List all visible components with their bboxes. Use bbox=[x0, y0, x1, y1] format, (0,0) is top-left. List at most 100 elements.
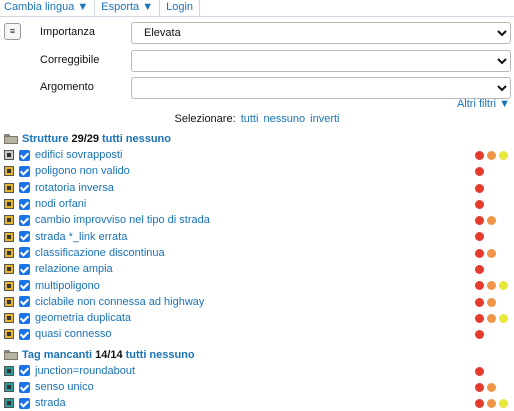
select-none-link[interactable]: nessuno bbox=[264, 113, 306, 125]
severity-high-dot[interactable] bbox=[475, 313, 484, 323]
issue-item: nodi orfani bbox=[0, 196, 514, 212]
issue-item: classificazione discontinua bbox=[0, 245, 514, 261]
severity-low-dot[interactable] bbox=[499, 151, 508, 160]
section-title[interactable]: Tag mancanti bbox=[22, 347, 92, 363]
issue-item: geometria duplicata bbox=[0, 310, 514, 326]
severity-dots bbox=[475, 199, 487, 209]
severity-high-dot[interactable] bbox=[475, 232, 484, 242]
more-filters-link[interactable]: Altri filtri ▼ bbox=[457, 98, 510, 110]
filter-row-argomento: Argomento bbox=[0, 77, 514, 99]
issue-label[interactable]: quasi connesso bbox=[35, 328, 111, 340]
importanza-select[interactable]: Elevata bbox=[131, 22, 511, 44]
issue-checkbox[interactable] bbox=[19, 312, 30, 324]
duplicate-geometry-icon bbox=[4, 313, 14, 324]
issue-item: relazione ampia bbox=[0, 261, 514, 277]
severity-medium-dot[interactable] bbox=[487, 313, 496, 323]
link-road-icon bbox=[4, 231, 14, 242]
issue-checkbox[interactable] bbox=[19, 149, 30, 161]
building-overlap-icon bbox=[4, 150, 14, 161]
severity-medium-dot[interactable] bbox=[487, 297, 496, 307]
severity-high-dot[interactable] bbox=[475, 265, 484, 275]
severity-high-dot[interactable] bbox=[475, 167, 484, 177]
issue-label[interactable]: classificazione discontinua bbox=[35, 247, 165, 259]
argomento-select[interactable] bbox=[131, 77, 511, 99]
severity-medium-dot[interactable] bbox=[487, 281, 496, 291]
section-title[interactable]: Strutture bbox=[22, 131, 68, 147]
select-invert-link[interactable]: inverti bbox=[310, 113, 339, 125]
issue-label[interactable]: senso unico bbox=[35, 381, 94, 393]
issue-checkbox[interactable] bbox=[19, 365, 30, 377]
section-select-all[interactable]: tutti bbox=[126, 347, 147, 363]
issue-label[interactable]: junction=roundabout bbox=[35, 365, 135, 377]
issue-item: poligono non valido bbox=[0, 163, 514, 179]
severity-dots bbox=[475, 265, 487, 275]
folder-icon[interactable] bbox=[4, 134, 18, 144]
issue-label[interactable]: relazione ampia bbox=[35, 263, 113, 275]
severity-medium-dot[interactable] bbox=[487, 216, 496, 226]
issue-label[interactable]: strada *_link errata bbox=[35, 231, 127, 243]
issue-label[interactable]: nodi orfani bbox=[35, 198, 86, 210]
issue-checkbox[interactable] bbox=[19, 182, 30, 194]
issue-checkbox[interactable] bbox=[19, 263, 30, 275]
severity-dots bbox=[475, 232, 487, 242]
severity-low-dot[interactable] bbox=[499, 313, 508, 323]
issue-checkbox[interactable] bbox=[19, 214, 30, 226]
issue-label[interactable]: rotatoria inversa bbox=[35, 182, 114, 194]
menu-change-language[interactable]: Cambia lingua ▼ bbox=[0, 0, 96, 16]
issue-label[interactable]: strada bbox=[35, 397, 66, 409]
severity-dots bbox=[475, 216, 499, 226]
issue-checkbox[interactable] bbox=[19, 198, 30, 210]
menu-export[interactable]: Esporta ▼ bbox=[95, 0, 161, 16]
section-select-none[interactable]: nessuno bbox=[149, 347, 194, 363]
issue-label[interactable]: edifici sovrapposti bbox=[35, 149, 122, 161]
severity-dots bbox=[475, 382, 499, 392]
section-select-none[interactable]: nessuno bbox=[126, 131, 171, 147]
section-header: Strutture 29/29 tutti nessuno bbox=[0, 131, 514, 147]
severity-high-dot[interactable] bbox=[475, 248, 484, 258]
severity-high-dot[interactable] bbox=[475, 151, 484, 160]
issue-checkbox[interactable] bbox=[19, 397, 30, 409]
issue-checkbox[interactable] bbox=[19, 165, 30, 177]
severity-high-dot[interactable] bbox=[475, 183, 484, 193]
multipolygon-icon bbox=[4, 280, 14, 291]
severity-dots bbox=[475, 330, 487, 340]
issue-item: rotatoria inversa bbox=[0, 180, 514, 196]
severity-high-dot[interactable] bbox=[475, 199, 484, 209]
severity-high-dot[interactable] bbox=[475, 382, 484, 392]
severity-medium-dot[interactable] bbox=[487, 248, 496, 258]
issue-checkbox[interactable] bbox=[19, 280, 30, 292]
issue-checkbox[interactable] bbox=[19, 296, 30, 308]
issue-label[interactable]: poligono non valido bbox=[35, 165, 130, 177]
menu-login[interactable]: Login bbox=[160, 0, 201, 16]
select-all-link[interactable]: tutti bbox=[241, 113, 259, 125]
severity-dots bbox=[475, 151, 511, 160]
cycleway-icon bbox=[4, 296, 14, 307]
issue-checkbox[interactable] bbox=[19, 247, 30, 259]
severity-high-dot[interactable] bbox=[475, 281, 484, 291]
severity-low-dot[interactable] bbox=[499, 281, 508, 291]
severity-high-dot[interactable] bbox=[475, 330, 484, 340]
severity-medium-dot[interactable] bbox=[487, 151, 496, 160]
junction-icon bbox=[4, 365, 14, 376]
severity-high-dot[interactable] bbox=[475, 216, 484, 226]
correggibile-select[interactable] bbox=[131, 50, 511, 72]
section-count: 29/29 bbox=[71, 133, 99, 145]
issue-sections: Strutture 29/29 tutti nessuno edifici sovrap… bbox=[0, 131, 514, 411]
severity-medium-dot[interactable] bbox=[487, 382, 496, 392]
severity-high-dot[interactable] bbox=[475, 297, 484, 307]
issue-item: quasi connesso bbox=[0, 326, 514, 342]
folder-icon[interactable] bbox=[4, 349, 18, 360]
issue-label[interactable]: geometria duplicata bbox=[35, 312, 131, 324]
issue-checkbox[interactable] bbox=[19, 328, 30, 340]
issue-label[interactable]: ciclabile non connessa ad highway bbox=[35, 296, 204, 308]
issue-label[interactable]: multipoligono bbox=[35, 280, 100, 292]
issue-label[interactable]: cambio improvviso nel tipo di strada bbox=[35, 214, 210, 226]
issue-checkbox[interactable] bbox=[19, 231, 30, 243]
issue-item: strada bbox=[0, 395, 514, 411]
section-select-all[interactable]: tutti bbox=[102, 131, 123, 147]
selection-row: Selezionare: tutti nessuno inverti bbox=[0, 111, 514, 127]
issue-item: junction=roundabout bbox=[0, 363, 514, 379]
severity-high-dot[interactable] bbox=[475, 366, 484, 376]
issue-item: strada *_link errata bbox=[0, 228, 514, 244]
issue-checkbox[interactable] bbox=[19, 381, 30, 393]
